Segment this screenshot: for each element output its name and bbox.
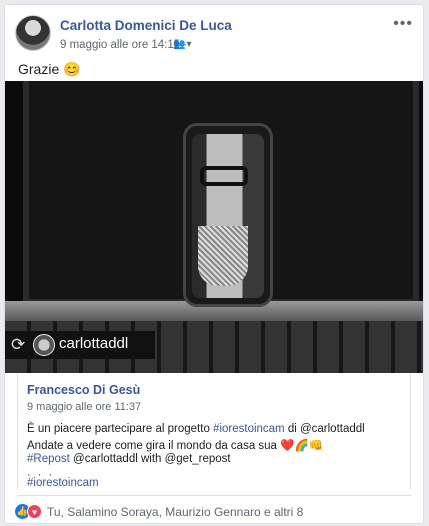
- glasses: [200, 166, 248, 186]
- phone-image: [183, 123, 273, 307]
- post-card: Carlotta Domenici De Luca 9 maggio alle …: [4, 4, 424, 524]
- post-header: Carlotta Domenici De Luca 9 maggio alle …: [15, 15, 413, 55]
- hashtag-link-2[interactable]: #iorestoincam: [27, 477, 99, 489]
- more-options-icon[interactable]: •••: [393, 15, 413, 33]
- post-date[interactable]: 9 maggio alle ore 14:15 ·: [60, 39, 187, 51]
- repost-icon: ⟳: [11, 335, 26, 354]
- love-reaction-icon[interactable]: ♥: [27, 504, 42, 519]
- shared-text-suffix: di @carlottaddl: [284, 423, 365, 435]
- friends-icon[interactable]: 👥▾: [173, 39, 192, 50]
- repost-overlay: ⟳ carlottaddl: [5, 331, 155, 359]
- repost-username: carlottaddl: [59, 335, 129, 352]
- author-avatar[interactable]: [15, 15, 51, 51]
- reactions-text[interactable]: Tu, Salamino Soraya, Maurizio Gennaro e …: [47, 505, 303, 519]
- divider: [17, 495, 411, 496]
- shared-author[interactable]: Francesco Di Gesù: [27, 383, 140, 397]
- post-photo[interactable]: ⟳ carlottaddl: [5, 81, 423, 373]
- shared-text-line-3: #Repost @carlottaddl with @get_repost: [27, 453, 231, 465]
- repost-avatar: [33, 334, 55, 356]
- hashtag-link[interactable]: #iorestoincam: [213, 423, 285, 435]
- post-text: Grazie 😊: [18, 61, 81, 77]
- repost-hashtag-link[interactable]: #Repost: [27, 453, 70, 465]
- shared-text-line-2: Andate a vedere come gira il mondo da ca…: [27, 440, 324, 452]
- author-name[interactable]: Carlotta Domenici De Luca: [60, 18, 232, 33]
- shared-text-line-1: È un piacere partecipare al progetto #io…: [27, 423, 365, 435]
- repost-mention: @carlottaddl with @get_repost: [69, 453, 231, 465]
- shared-date[interactable]: 9 maggio alle ore 11:37: [27, 401, 141, 413]
- shared-post[interactable]: Francesco Di Gesù 9 maggio alle ore 11:3…: [17, 373, 411, 489]
- beard: [198, 226, 248, 286]
- shared-text-line-4: #iorestoincam: [27, 477, 99, 489]
- shared-text-prefix: È un piacere partecipare al progetto: [27, 423, 214, 435]
